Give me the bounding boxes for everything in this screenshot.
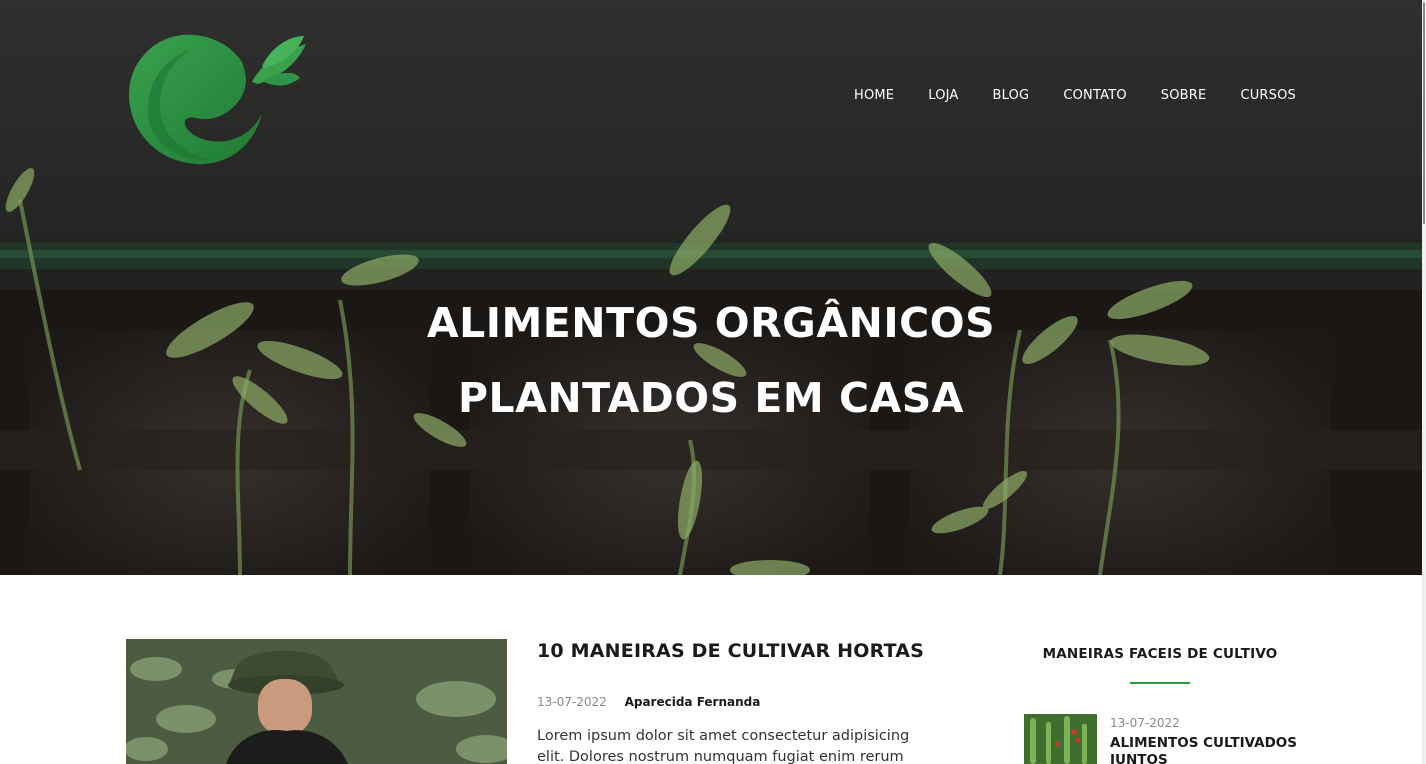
nav-blog[interactable]: BLOG (993, 88, 1030, 104)
sidebar-title-underline (1130, 682, 1190, 684)
page-scrollbar[interactable] (1422, 0, 1426, 764)
post-author[interactable]: Aparecida Fernanda (625, 695, 761, 709)
nav-contato[interactable]: CONTATO (1063, 88, 1126, 104)
hero-banner: HOME LOJA BLOG CONTATO SOBRE CURSOS ALIM… (0, 0, 1422, 575)
hero-title: ALIMENTOS ORGÂNICOS PLANTADOS EM CASA (0, 286, 1422, 436)
post-title[interactable]: 10 MANEIRAS DE CULTIVAR HORTAS (537, 640, 924, 662)
post-meta: 13-07-2022 Aparecida Fernanda (537, 695, 760, 709)
sidebar-title: MANEIRAS FACEIS DE CULTIVO (1042, 646, 1278, 662)
nav-cursos[interactable]: CURSOS (1240, 88, 1296, 104)
sidebar-item-image[interactable] (1024, 714, 1097, 764)
post-image[interactable] (126, 639, 507, 764)
sidebar-item-date: 13-07-2022 (1110, 716, 1180, 730)
gardener-photo (126, 639, 507, 764)
vegetable-garden-thumbnail (1024, 714, 1097, 764)
hero-title-line-2: PLANTADOS EM CASA (457, 374, 965, 422)
leaf-ring-logo-icon (129, 34, 306, 165)
scrollbar-thumb[interactable] (1423, 2, 1425, 224)
main-nav: HOME LOJA BLOG CONTATO SOBRE CURSOS (820, 88, 1296, 104)
nav-sobre[interactable]: SOBRE (1161, 88, 1207, 104)
post-excerpt: Lorem ipsum dolor sit amet consectetur a… (537, 728, 910, 764)
hero-title-line-1: ALIMENTOS ORGÂNICOS (426, 299, 996, 347)
post-date: 13-07-2022 (537, 695, 607, 709)
sidebar-item-title[interactable]: ALIMENTOS CULTIVADOS JUNTOS (1110, 735, 1310, 764)
site-logo[interactable] (122, 22, 312, 172)
nav-home[interactable]: HOME (854, 88, 894, 104)
nav-loja[interactable]: LOJA (928, 88, 958, 104)
